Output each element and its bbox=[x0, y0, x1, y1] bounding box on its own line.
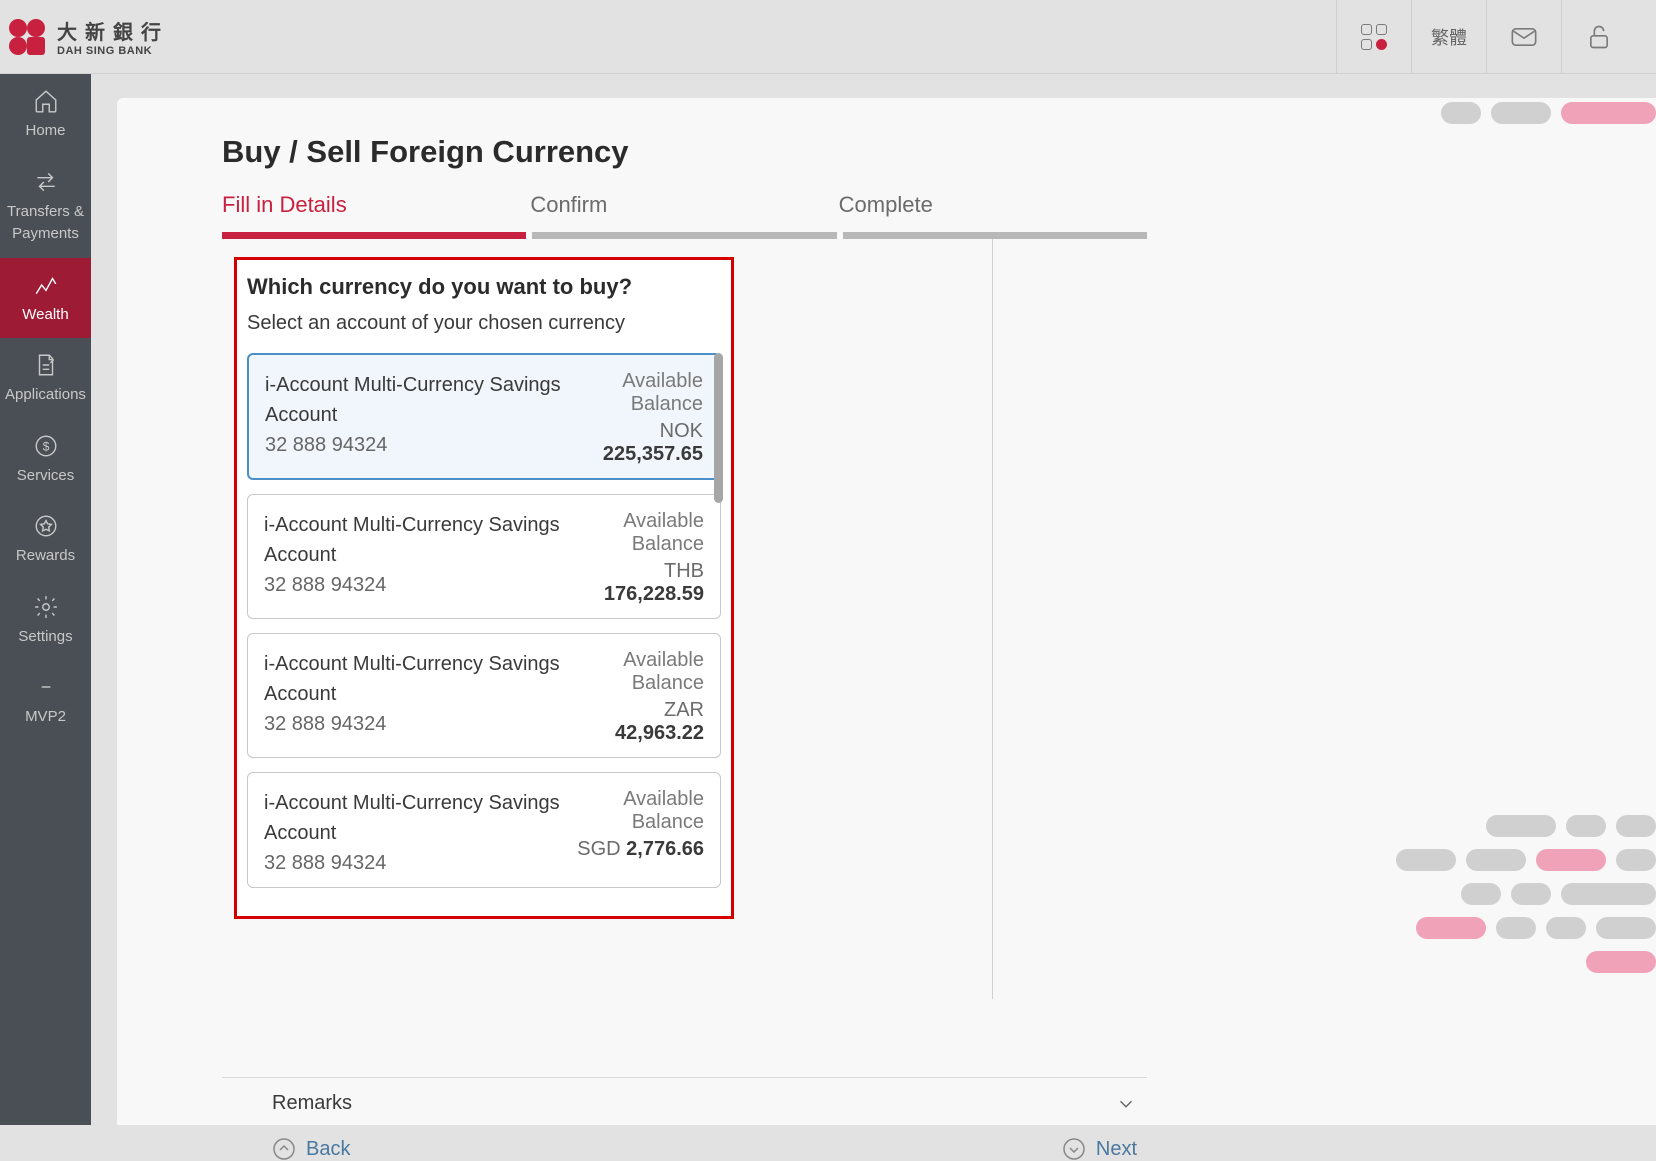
back-button[interactable]: Back bbox=[272, 1137, 350, 1161]
scrollbar[interactable] bbox=[714, 353, 723, 503]
envelope-icon bbox=[1510, 23, 1538, 51]
account-number: 32 888 94324 bbox=[264, 574, 573, 597]
remarks-label: Remarks bbox=[272, 1092, 352, 1115]
question-title: Which currency do you want to buy? bbox=[247, 274, 721, 300]
step-complete: Complete bbox=[839, 192, 1147, 232]
nav-wealth[interactable]: Wealth bbox=[0, 258, 91, 339]
progress-steps: Fill in Details Confirm Complete bbox=[222, 192, 1147, 232]
language-toggle[interactable]: 繁體 bbox=[1411, 0, 1486, 74]
bank-name-en: DAH SING BANK bbox=[57, 45, 169, 57]
progress-bar bbox=[222, 232, 1147, 239]
next-button[interactable]: Next bbox=[1062, 1137, 1137, 1161]
nav-home[interactable]: Home bbox=[0, 74, 91, 155]
side-nav: Home Transfers & Payments Wealth Applica… bbox=[0, 74, 91, 1125]
rewards-icon bbox=[33, 513, 59, 539]
bank-logo: 大新銀行 DAH SING BANK bbox=[5, 15, 169, 59]
balance-label: Available Balance bbox=[573, 649, 704, 695]
balance-amount: THB 176,228.59 bbox=[573, 560, 704, 606]
back-label: Back bbox=[306, 1138, 350, 1161]
account-card[interactable]: i-Account Multi-Currency Savings Account… bbox=[247, 633, 721, 758]
account-number: 32 888 94324 bbox=[264, 713, 573, 736]
balance-amount: NOK 225,357.65 bbox=[572, 420, 703, 466]
transfer-icon bbox=[33, 169, 59, 195]
decoration bbox=[1396, 815, 1656, 985]
nav-rewards[interactable]: Rewards bbox=[0, 499, 91, 580]
account-card[interactable]: i-Account Multi-Currency Savings Account… bbox=[247, 772, 721, 888]
nav-applications[interactable]: Applications bbox=[0, 338, 91, 419]
account-name: i-Account Multi-Currency Savings Account bbox=[264, 510, 573, 570]
step-confirm: Confirm bbox=[530, 192, 838, 232]
content-panel: Buy / Sell Foreign Currency Fill in Deta… bbox=[117, 98, 1656, 1125]
nav-mvp2[interactable]: MVP2 bbox=[0, 660, 91, 741]
arrow-down-circle-icon bbox=[1062, 1137, 1086, 1161]
home-icon bbox=[33, 88, 59, 114]
balance-amount: SGD 2,776.66 bbox=[573, 838, 704, 861]
arrow-up-circle-icon bbox=[272, 1137, 296, 1161]
account-name: i-Account Multi-Currency Savings Account bbox=[265, 370, 572, 430]
account-name: i-Account Multi-Currency Savings Account bbox=[264, 788, 573, 848]
account-card[interactable]: i-Account Multi-Currency Savings Account… bbox=[247, 494, 721, 619]
nav-label: Wealth bbox=[22, 304, 68, 327]
page-title: Buy / Sell Foreign Currency bbox=[222, 134, 1656, 170]
account-number: 32 888 94324 bbox=[264, 852, 573, 875]
balance-label: Available Balance bbox=[573, 788, 704, 834]
account-name: i-Account Multi-Currency Savings Account bbox=[264, 649, 573, 709]
step-fill-details: Fill in Details bbox=[222, 192, 530, 232]
nav-settings[interactable]: Settings bbox=[0, 580, 91, 661]
apps-icon bbox=[1360, 23, 1388, 51]
services-icon: $ bbox=[33, 433, 59, 459]
nav-label: Applications bbox=[5, 384, 86, 407]
nav-label: Home bbox=[25, 120, 65, 143]
messages-button[interactable] bbox=[1486, 0, 1561, 74]
account-list: i-Account Multi-Currency Savings Account… bbox=[247, 353, 721, 888]
decoration bbox=[1441, 102, 1656, 136]
chevron-down-icon bbox=[1115, 1093, 1137, 1115]
apps-menu-button[interactable] bbox=[1336, 0, 1411, 74]
nav-services[interactable]: $ Services bbox=[0, 419, 91, 500]
logout-button[interactable] bbox=[1561, 0, 1636, 74]
account-number: 32 888 94324 bbox=[265, 434, 572, 457]
nav-label: Services bbox=[17, 465, 75, 488]
dash-icon bbox=[33, 674, 59, 700]
header-bar: 大新銀行 DAH SING BANK 繁體 bbox=[0, 0, 1656, 74]
application-icon bbox=[33, 352, 59, 378]
next-label: Next bbox=[1096, 1138, 1137, 1161]
balance-label: Available Balance bbox=[573, 510, 704, 556]
nav-label: Rewards bbox=[16, 545, 75, 568]
lock-icon bbox=[1585, 23, 1613, 51]
nav-label: Transfers & Payments bbox=[4, 201, 87, 246]
currency-select-panel: Which currency do you want to buy? Selec… bbox=[234, 257, 734, 919]
gear-icon bbox=[33, 594, 59, 620]
balance-label: Available Balance bbox=[572, 370, 703, 416]
nav-transfers[interactable]: Transfers & Payments bbox=[0, 155, 91, 258]
account-card[interactable]: i-Account Multi-Currency Savings Account… bbox=[247, 353, 721, 480]
nav-label: MVP2 bbox=[25, 706, 66, 729]
remarks-toggle[interactable]: Remarks bbox=[222, 1077, 1147, 1129]
nav-label: Settings bbox=[18, 626, 72, 649]
balance-amount: ZAR 42,963.22 bbox=[573, 699, 704, 745]
svg-text:$: $ bbox=[42, 439, 49, 453]
question-subtitle: Select an account of your chosen currenc… bbox=[247, 312, 721, 335]
wealth-icon bbox=[33, 272, 59, 298]
bank-name-cn: 大新銀行 bbox=[57, 16, 169, 45]
logo-icon bbox=[5, 15, 49, 59]
